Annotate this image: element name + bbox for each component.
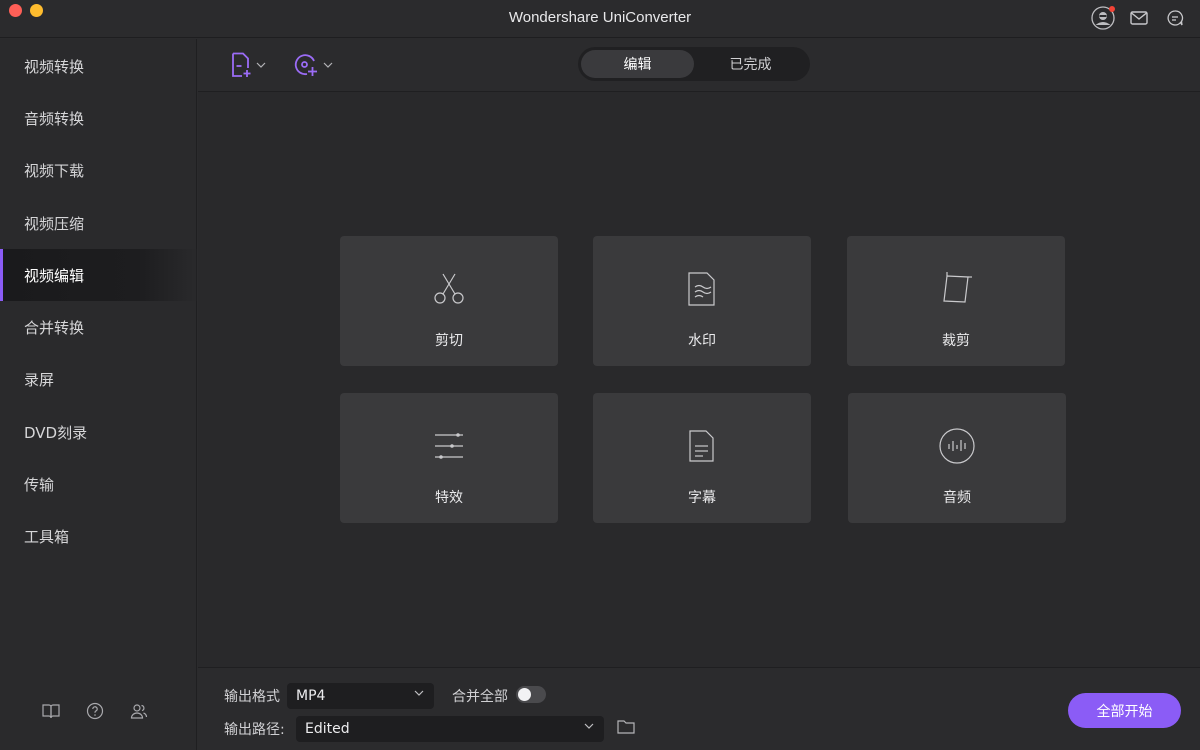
tool-card-crop[interactable]: 裁剪 bbox=[847, 236, 1065, 366]
output-format-select[interactable]: MP4 bbox=[287, 683, 434, 709]
add-file-button[interactable] bbox=[230, 52, 266, 78]
chevron-down-icon bbox=[256, 62, 266, 68]
sidebar-footer bbox=[42, 702, 148, 720]
tool-card-effects[interactable]: 特效 bbox=[340, 393, 558, 523]
app-window: Wondershare UniConverter 视频转换 音频转换 视频下载 … bbox=[0, 0, 1200, 750]
tool-card-label: 裁剪 bbox=[942, 333, 970, 349]
edit-tools-grid: 剪切 水印 裁剪 特效 字幕 音频 bbox=[340, 236, 1066, 523]
audio-icon bbox=[939, 428, 975, 464]
sidebar-item-label: DVD刻录 bbox=[24, 423, 88, 442]
users-icon bbox=[130, 704, 148, 719]
community-button[interactable] bbox=[130, 702, 148, 720]
toggle-knob bbox=[518, 688, 531, 701]
help-button[interactable] bbox=[86, 702, 104, 720]
sidebar-item-audio-convert[interactable]: 音频转换 bbox=[0, 92, 197, 144]
sidebar-item-label: 音频转换 bbox=[24, 109, 85, 128]
main-panel: 编辑 已完成 剪切 水印 裁剪 特效 字幕 音频 输出格式 MP4 合并全部 输… bbox=[198, 39, 1200, 750]
mail-button[interactable] bbox=[1126, 5, 1152, 31]
sidebar-item-label: 工具箱 bbox=[24, 528, 70, 547]
sidebar: 视频转换 音频转换 视频下载 视频压缩 视频编辑 合并转换 录屏 DVD刻录 传… bbox=[0, 39, 197, 750]
output-format-value: MP4 bbox=[296, 688, 326, 704]
output-path-label: 输出路径: bbox=[224, 722, 285, 738]
title-bar-actions bbox=[1090, 5, 1188, 31]
sidebar-item-transfer[interactable]: 传输 bbox=[0, 458, 197, 510]
chevron-down-icon bbox=[323, 62, 333, 68]
crop-icon bbox=[943, 272, 972, 303]
start-all-button[interactable]: 全部开始 bbox=[1068, 693, 1181, 728]
view-tabs: 编辑 已完成 bbox=[578, 47, 810, 81]
tool-card-label: 音频 bbox=[943, 490, 971, 506]
account-button[interactable] bbox=[1090, 5, 1116, 31]
sidebar-item-label: 视频编辑 bbox=[24, 266, 85, 285]
sidebar-item-video-download[interactable]: 视频下载 bbox=[0, 145, 197, 197]
sidebar-item-video-edit[interactable]: 视频编辑 bbox=[0, 249, 197, 302]
book-icon bbox=[42, 704, 60, 719]
sidebar-item-label: 合并转换 bbox=[24, 319, 85, 338]
sidebar-item-screen-record[interactable]: 录屏 bbox=[0, 354, 197, 406]
folder-icon bbox=[617, 720, 635, 734]
chat-icon bbox=[1167, 10, 1184, 26]
sidebar-item-merge[interactable]: 合并转换 bbox=[0, 301, 197, 353]
mail-icon bbox=[1130, 11, 1148, 25]
sidebar-item-label: 视频压缩 bbox=[24, 214, 85, 233]
output-format-label: 输出格式 bbox=[224, 689, 280, 705]
tool-card-watermark[interactable]: 水印 bbox=[593, 236, 811, 366]
toolbar: 编辑 已完成 bbox=[198, 39, 1200, 92]
watermark-icon bbox=[688, 272, 715, 306]
sidebar-item-label: 传输 bbox=[24, 476, 55, 495]
sidebar-item-video-convert[interactable]: 视频转换 bbox=[0, 40, 197, 92]
tool-card-label: 水印 bbox=[688, 333, 716, 349]
merge-all-toggle[interactable] bbox=[516, 686, 546, 703]
scissors-icon bbox=[434, 273, 464, 304]
output-bar: 输出格式 MP4 合并全部 输出路径: Edited 全部开始 bbox=[198, 667, 1200, 750]
tool-card-label: 字幕 bbox=[688, 490, 716, 506]
sidebar-nav: 视频转换 音频转换 视频下载 视频压缩 视频编辑 合并转换 录屏 DVD刻录 传… bbox=[0, 40, 197, 563]
tab-edit[interactable]: 编辑 bbox=[581, 50, 694, 78]
feedback-button[interactable] bbox=[1162, 5, 1188, 31]
output-path-select[interactable]: Edited bbox=[296, 716, 604, 742]
sidebar-item-toolbox[interactable]: 工具箱 bbox=[0, 511, 197, 563]
sidebar-item-dvd-burn[interactable]: DVD刻录 bbox=[0, 406, 197, 458]
sidebar-item-video-compress[interactable]: 视频压缩 bbox=[0, 197, 197, 249]
open-folder-button[interactable] bbox=[617, 719, 635, 738]
tab-completed[interactable]: 已完成 bbox=[694, 50, 807, 78]
notification-dot bbox=[1109, 6, 1115, 12]
help-icon bbox=[86, 702, 104, 720]
sidebar-item-label: 视频转换 bbox=[24, 57, 85, 76]
sidebar-item-label: 录屏 bbox=[24, 371, 55, 390]
add-dvd-button[interactable] bbox=[293, 52, 333, 78]
add-file-icon bbox=[232, 52, 251, 77]
tool-card-audio[interactable]: 音频 bbox=[848, 393, 1066, 523]
add-dvd-icon bbox=[294, 54, 317, 76]
subtitle-icon bbox=[689, 430, 714, 462]
merge-all-label: 合并全部 bbox=[452, 689, 508, 705]
chevron-down-icon bbox=[414, 690, 424, 696]
tool-card-label: 特效 bbox=[435, 490, 463, 506]
tool-card-label: 剪切 bbox=[435, 333, 463, 349]
guide-button[interactable] bbox=[42, 702, 60, 720]
title-bar: Wondershare UniConverter bbox=[0, 0, 1200, 38]
chevron-down-icon bbox=[584, 723, 594, 729]
sidebar-item-label: 视频下载 bbox=[24, 162, 85, 181]
window-title: Wondershare UniConverter bbox=[508, 9, 692, 26]
tool-card-subtitle[interactable]: 字幕 bbox=[593, 393, 811, 523]
sliders-icon bbox=[435, 433, 463, 459]
output-path-value: Edited bbox=[305, 721, 350, 737]
tool-card-trim[interactable]: 剪切 bbox=[340, 236, 558, 366]
